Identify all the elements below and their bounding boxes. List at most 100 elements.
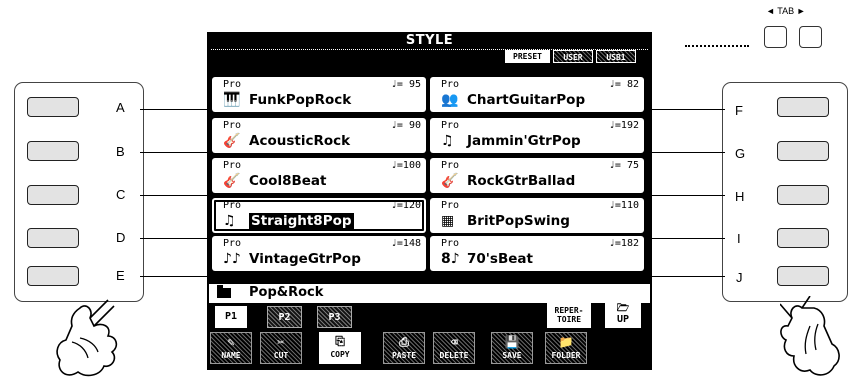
repertoire-button[interactable]: REPER- TOIRE (547, 302, 591, 328)
style-cell[interactable]: Pro ♩= 90 🎸 AcousticRock (212, 118, 426, 153)
style-name: 8♪ 70'sBeat (441, 251, 533, 267)
copy-icon: ⎘ (335, 334, 345, 348)
lcd-screen: STYLE PRESET USER USB1 Pro ♩= 95 🎹 FunkPopR… (207, 32, 652, 370)
leader-line-e (140, 276, 213, 277)
repertoire-label-line2: TOIRE (556, 315, 582, 324)
style-cell[interactable]: Pro ♩=192 ♫ Jammin'GtrPop (430, 118, 644, 153)
pro-badge: Pro (223, 160, 242, 171)
leader-line-i (650, 238, 725, 239)
style-name: ♫ Jammin'GtrPop (441, 133, 581, 149)
leader-line-h (650, 195, 725, 196)
union-jack-icon: ▦ (441, 213, 455, 229)
pro-badge: Pro (223, 238, 242, 249)
acoustic-guitar-icon: 🎸 (223, 133, 241, 149)
button-i[interactable] (777, 228, 829, 248)
style-name-text: ChartGuitarPop (467, 92, 586, 108)
button-e[interactable] (27, 266, 79, 286)
folder-path-bar: Pop&Rock (209, 284, 650, 303)
style-name: 🎹 FunkPopRock (223, 92, 351, 108)
folder-icon (217, 285, 231, 298)
button-h[interactable] (777, 185, 829, 205)
button-i-label: I (737, 231, 741, 246)
paste-button[interactable]: ⎙ PASTE (383, 332, 425, 364)
style-name-text: 70'sBeat (467, 251, 533, 267)
page-tab-p2[interactable]: P2 (267, 306, 302, 328)
button-c[interactable] (27, 185, 79, 205)
style-name: ♪♪ VintageGtrPop (223, 251, 361, 267)
button-j[interactable] (777, 266, 829, 286)
style-cell[interactable]: Pro ♩=120 ♫ Straight8Pop (212, 198, 426, 233)
dancer-icon: ♫ (441, 133, 454, 149)
button-b[interactable] (27, 141, 79, 161)
style-cell[interactable]: Pro ♩= 75 🎸 RockGtrBallad (430, 158, 644, 193)
leader-line-c (140, 195, 213, 196)
button-d[interactable] (27, 228, 79, 248)
pro-badge: Pro (441, 79, 460, 90)
button-d-label: D (116, 230, 126, 245)
button-a[interactable] (27, 97, 79, 117)
delete-button[interactable]: ⌫ DELETE (433, 332, 475, 364)
tempo-value: ♩= 95 (390, 79, 421, 90)
style-name: 🎸 RockGtrBallad (441, 173, 575, 189)
note-icon: ♫ (223, 213, 236, 229)
style-name: 🎸 AcousticRock (223, 133, 350, 149)
style-cell[interactable]: Pro ♩=110 ▦ BritPopSwing (430, 198, 644, 233)
button-f[interactable] (777, 97, 829, 117)
leader-line-d (140, 238, 213, 239)
name-button[interactable]: ✎ NAME (210, 332, 252, 364)
style-name-text: AcousticRock (249, 133, 351, 149)
paste-icon: ⎙ (399, 335, 409, 349)
tab-usb1[interactable]: USB1 (596, 50, 636, 63)
tempo-value: ♩= 75 (608, 160, 639, 171)
leader-line-g (650, 152, 725, 153)
style-name-text: FunkPopRock (249, 92, 352, 108)
button-f-label: F (735, 103, 743, 118)
pro-badge: Pro (223, 120, 242, 131)
function-label: SAVE (502, 351, 522, 360)
style-cell[interactable]: Pro ♩=182 8♪ 70'sBeat (430, 236, 644, 271)
save-button[interactable]: 💾 SAVE (491, 332, 533, 364)
button-h-label: H (735, 189, 745, 204)
style-cell[interactable]: Pro ♩=148 ♪♪ VintageGtrPop (212, 236, 426, 271)
tempo-value: ♩= 82 (608, 79, 639, 90)
button-g[interactable] (777, 141, 829, 161)
tempo-value: ♩=148 (390, 238, 421, 249)
screen-title: STYLE (405, 33, 454, 48)
electric-guitar-icon: 🎸 (223, 173, 241, 189)
copy-button[interactable]: ⎘ COPY (319, 332, 361, 364)
folder-button[interactable]: 📁 FOLDER (545, 332, 587, 364)
page-tab-p3[interactable]: P3 (317, 306, 352, 328)
pro-badge: Pro (441, 238, 460, 249)
function-label: FOLDER (551, 351, 581, 360)
people-icon: 👥 (441, 92, 459, 108)
tab-right-button[interactable] (799, 26, 822, 48)
repertoire-label-line1: REPER- (554, 306, 584, 315)
tempo-value: ♩=120 (390, 200, 421, 211)
page-tab-p1[interactable]: P1 (215, 306, 247, 328)
tab-preset[interactable]: PRESET (505, 50, 550, 63)
cut-button[interactable]: ✂ CUT (260, 332, 302, 364)
tab-user[interactable]: USER (553, 50, 593, 63)
style-cell[interactable]: Pro ♩= 82 👥 ChartGuitarPop (430, 77, 644, 112)
button-b-label: B (116, 144, 125, 159)
function-label: PASTE (391, 351, 417, 360)
leader-line-j (650, 276, 725, 277)
style-name: ♫ Straight8Pop (223, 213, 354, 229)
tempo-value: ♩=192 (608, 120, 639, 131)
tab-left-button[interactable] (764, 26, 787, 48)
delete-icon: ⌫ (450, 335, 458, 349)
leader-line-f (650, 109, 725, 110)
notes-icon: ♪♪ (223, 251, 241, 267)
style-cell[interactable]: Pro ♩= 95 🎹 FunkPopRock (212, 77, 426, 112)
function-label: CUT (273, 351, 289, 360)
style-cell[interactable]: Pro ♩=100 🎸 Cool8Beat (212, 158, 426, 193)
tab-pointer-dots (685, 45, 749, 47)
up-button[interactable]: 🗁 UP (605, 302, 641, 328)
left-hand-icon (56, 299, 118, 377)
style-name: 🎸 Cool8Beat (223, 173, 327, 189)
style-name-text: Jammin'GtrPop (467, 133, 581, 149)
up-label: UP (616, 314, 630, 325)
function-label: DELETE (439, 351, 469, 360)
tab-label: ◄ TAB ► (766, 6, 806, 16)
button-e-label: E (116, 268, 125, 283)
